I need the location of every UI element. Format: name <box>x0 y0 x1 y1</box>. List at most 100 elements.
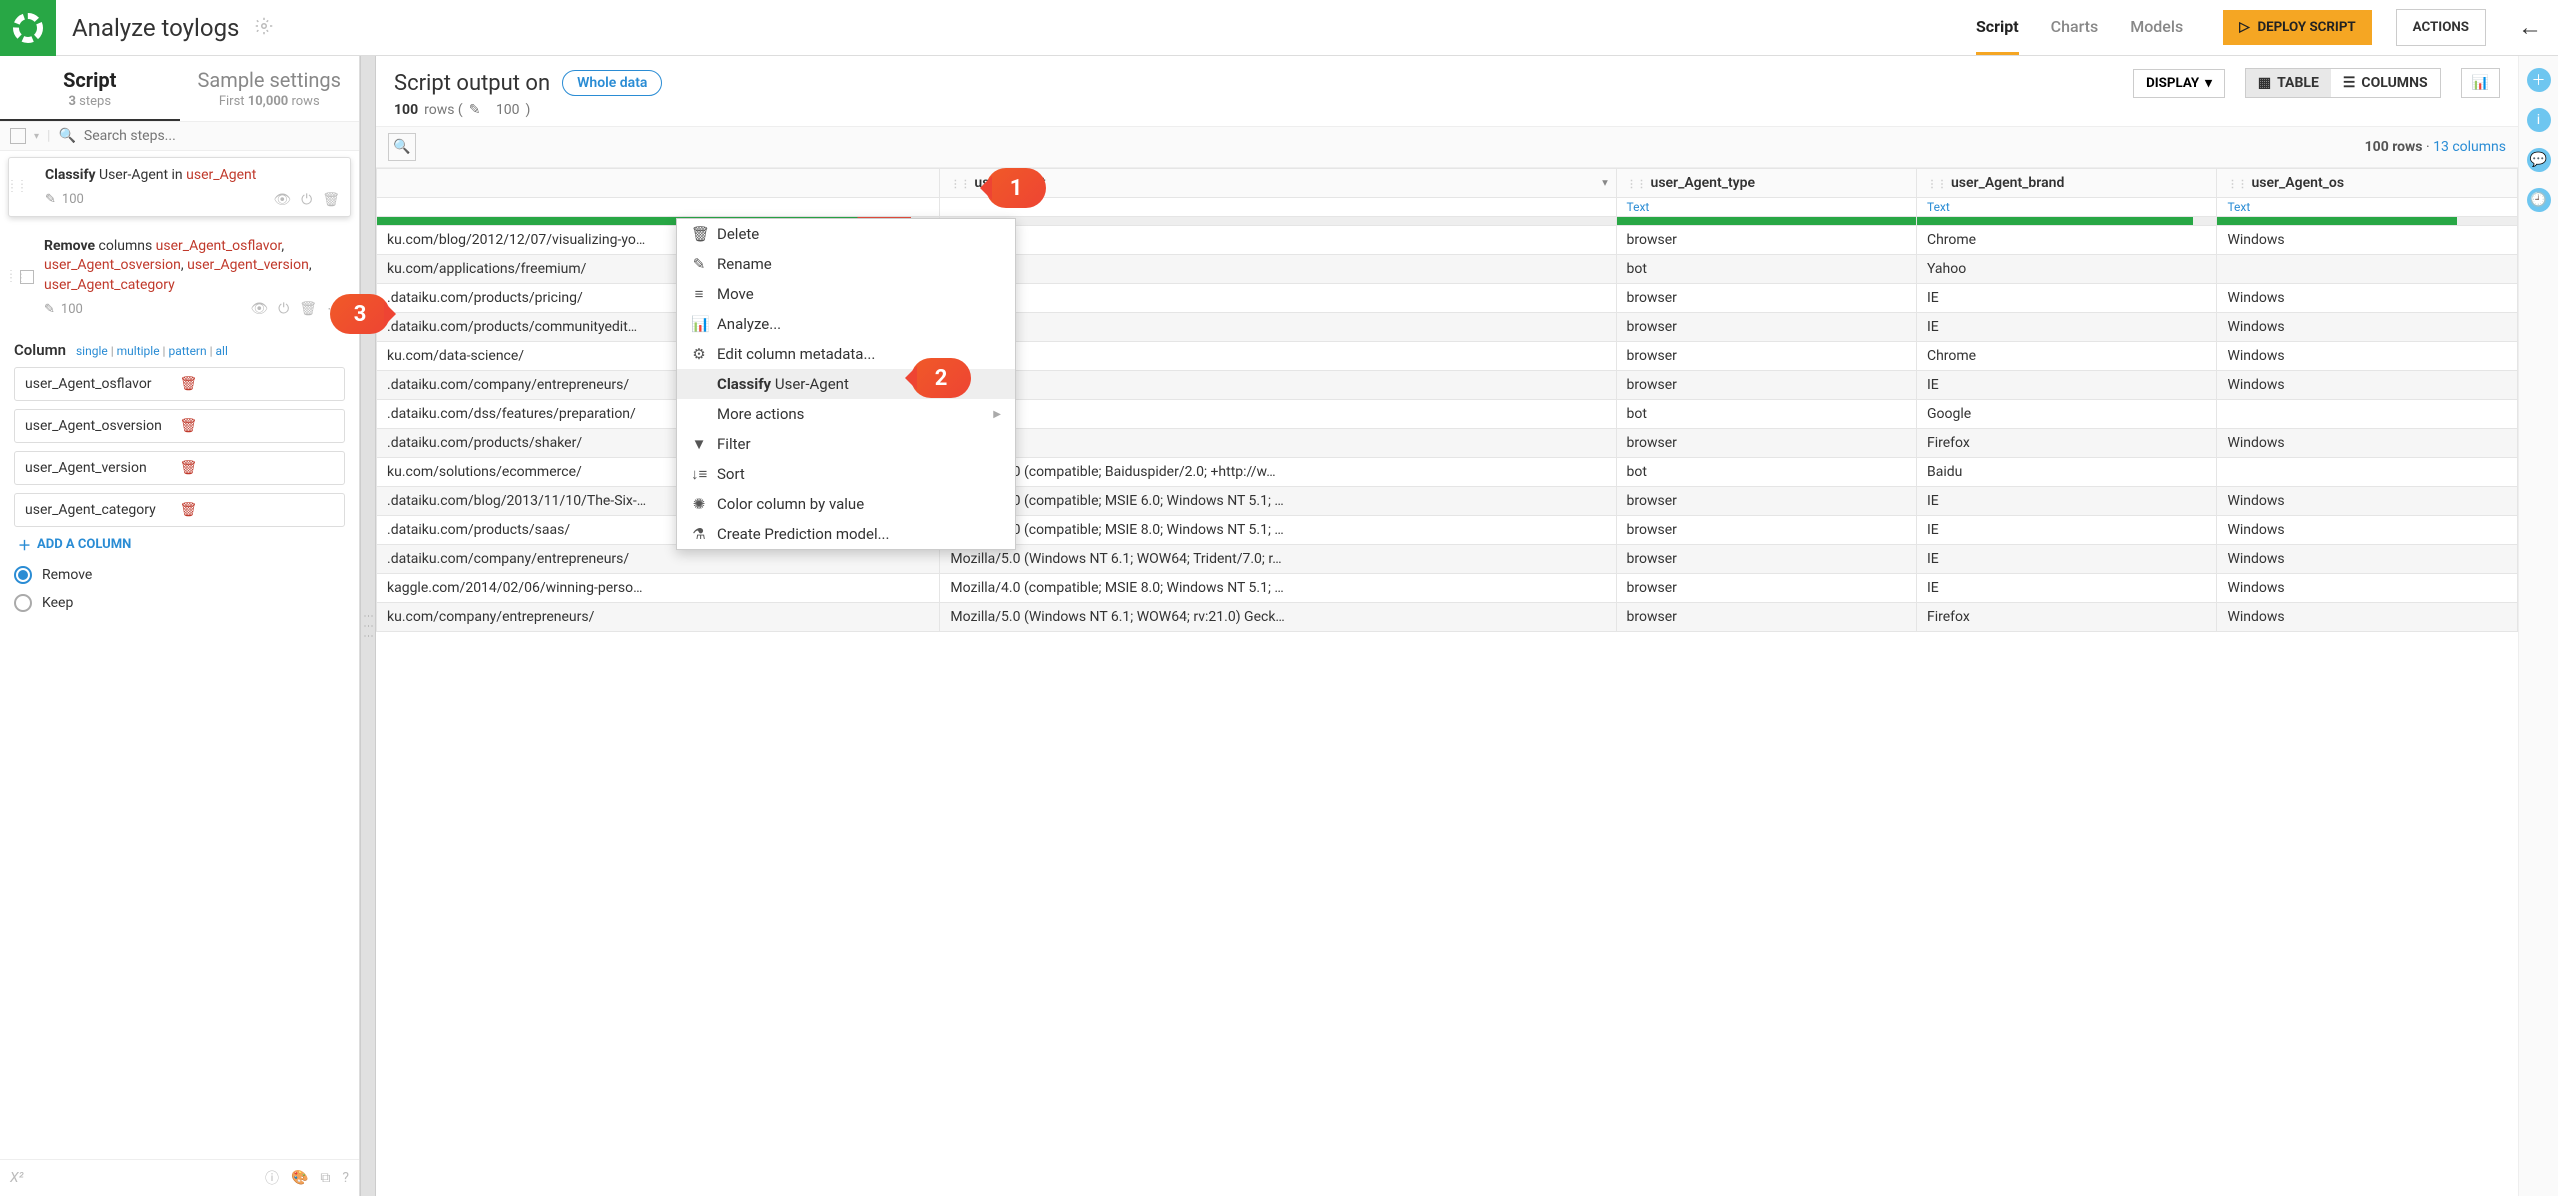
table-cell[interactable]: Windows <box>2217 226 2518 255</box>
table-cell[interactable] <box>2217 255 2518 284</box>
table-cell[interactable]: Mozilla/4.0 (compatible; MSIE 8.0; Windo… <box>940 516 1616 545</box>
table-cell[interactable]: Windows <box>2217 284 2518 313</box>
mode-multiple[interactable]: multiple <box>117 344 160 358</box>
table-cell[interactable]: Mozilla/5.0 (Windows NT 6.1; WOW64; rv:2… <box>940 603 1616 632</box>
mode-all[interactable]: all <box>216 344 228 358</box>
view-columns-button[interactable]: ☰COLUMNS <box>2331 69 2440 97</box>
table-cell[interactable]: Windows <box>2217 313 2518 342</box>
table-cell[interactable]: bot <box>1616 255 1916 284</box>
col-type[interactable]: Text <box>2217 198 2518 217</box>
ctx-menu-item[interactable]: ▼Filter <box>677 429 1015 459</box>
table-cell[interactable]: IE <box>1916 516 2216 545</box>
drag-handle-icon[interactable]: ⋮⋮ <box>1927 179 1947 190</box>
trash-icon[interactable]: 🗑 <box>180 502 335 518</box>
table-cell[interactable]: IE <box>1916 371 2216 400</box>
ctx-menu-item[interactable]: ↓≡Sort <box>677 459 1015 489</box>
trash-icon[interactable]: 🗑 <box>180 460 335 476</box>
table-cell[interactable] <box>940 284 1616 313</box>
ctx-menu-item[interactable]: 📊Analyze... <box>677 309 1015 339</box>
table-cell[interactable]: Google <box>1916 400 2216 429</box>
ctx-menu-item[interactable]: More actions▶ <box>677 399 1015 429</box>
table-cell[interactable]: IE <box>1916 487 2216 516</box>
table-cell[interactable]: Windows <box>2217 342 2518 371</box>
eye-icon[interactable]: 👁 <box>273 192 291 208</box>
trash-icon[interactable]: 🗑 <box>299 301 317 317</box>
chevron-down-icon[interactable]: ▾ <box>1602 178 1607 189</box>
table-cell[interactable]: IE <box>1916 574 2216 603</box>
table-cell[interactable]: Windows <box>2217 371 2518 400</box>
mode-pattern[interactable]: pattern <box>168 344 206 358</box>
table-cell[interactable]: Baidu <box>1916 458 2216 487</box>
col-header-user-agent-brand[interactable]: ⋮⋮user_Agent_brand <box>1916 169 2216 198</box>
info-icon[interactable]: ⓘ <box>265 1168 279 1188</box>
trash-icon[interactable]: 🗑 <box>180 418 335 434</box>
view-table-button[interactable]: ▦TABLE <box>2246 69 2331 97</box>
ctx-menu-item[interactable]: ✺Color column by value <box>677 489 1015 519</box>
table-cell[interactable] <box>2217 458 2518 487</box>
table-cell[interactable]: browser <box>1616 429 1916 458</box>
step-card-remove[interactable]: ⋮⋮⋮⋮ Remove columns user_Agent_osflavor,… <box>8 229 351 326</box>
table-cell[interactable]: IE <box>1916 545 2216 574</box>
trash-icon[interactable]: 🗑 <box>180 376 335 392</box>
table-cell[interactable] <box>940 400 1616 429</box>
drag-handle-icon[interactable]: ⋮⋮ <box>1627 179 1647 190</box>
step-card-classify[interactable]: ⋮⋮⋮⋮ Classify User-Agent in user_Agent ✎… <box>8 157 351 217</box>
table-row[interactable]: kaggle.com/2014/02/06/winning-perso…Mozi… <box>377 574 2518 603</box>
back-arrow-icon[interactable]: ← <box>2518 13 2542 42</box>
table-cell[interactable]: IE <box>1916 284 2216 313</box>
mode-single[interactable]: single <box>76 344 108 358</box>
radio-keep[interactable]: Keep <box>14 594 345 612</box>
column-row[interactable]: user_Agent_category🗑 <box>14 493 345 527</box>
table-cell[interactable]: bot <box>1616 400 1916 429</box>
table-cell[interactable]: Windows <box>2217 429 2518 458</box>
table-cell[interactable] <box>940 255 1616 284</box>
lp-tab-sample[interactable]: Sample settings First 10,000 rows <box>180 56 360 121</box>
table-cell[interactable]: Mozilla/5.0 (compatible; Baiduspider/2.0… <box>940 458 1616 487</box>
actions-button[interactable]: ACTIONS <box>2396 9 2486 46</box>
palette-icon[interactable]: 🎨 <box>291 1170 308 1186</box>
rail-info-icon[interactable]: i <box>2527 108 2551 132</box>
app-logo[interactable] <box>0 0 56 56</box>
deploy-script-button[interactable]: ▷ DEPLOY SCRIPT <box>2223 10 2371 45</box>
formula-icon[interactable]: X² <box>10 1170 24 1186</box>
table-cell[interactable]: Firefox <box>1916 429 2216 458</box>
stats-icon[interactable]: 📊 <box>2461 68 2500 98</box>
column-row[interactable]: user_Agent_version🗑 <box>14 451 345 485</box>
table-cell[interactable]: browser <box>1616 284 1916 313</box>
table-cell[interactable]: browser <box>1616 342 1916 371</box>
select-all-chevron-icon[interactable]: ▾ <box>34 131 39 142</box>
table-cell[interactable]: Mozilla/4.0 (compatible; MSIE 8.0; Windo… <box>940 574 1616 603</box>
col-type[interactable]: Text <box>1916 198 2216 217</box>
power-icon[interactable]: ⏻ <box>278 301 289 317</box>
drag-handle-icon[interactable]: ⋮⋮ <box>2227 179 2247 190</box>
table-cell[interactable]: Mozilla/5.0 (Windows NT 6.1; WOW64; Trid… <box>940 545 1616 574</box>
search-steps-input[interactable] <box>84 128 349 144</box>
tab-charts[interactable]: Charts <box>2051 1 2099 55</box>
table-cell[interactable]: browser <box>1616 487 1916 516</box>
table-cell[interactable] <box>940 342 1616 371</box>
table-cell[interactable]: browser <box>1616 574 1916 603</box>
table-cell[interactable]: ku.com/company/entrepreneurs/ <box>377 603 940 632</box>
table-cell[interactable]: Windows <box>2217 545 2518 574</box>
rail-discuss-icon[interactable]: 💬 <box>2527 148 2551 172</box>
col-header-user-agent-type[interactable]: ⋮⋮user_Agent_type <box>1616 169 1916 198</box>
tab-script[interactable]: Script <box>1976 1 2019 55</box>
trash-icon[interactable]: 🗑 <box>322 192 340 208</box>
table-cell[interactable]: browser <box>1616 516 1916 545</box>
table-cell[interactable]: Firefox <box>1916 603 2216 632</box>
table-cell[interactable]: Windows <box>2217 516 2518 545</box>
tab-models[interactable]: Models <box>2130 1 2183 55</box>
copy-icon[interactable]: ⧉ <box>320 1170 330 1186</box>
step-checkbox[interactable] <box>20 270 34 284</box>
ctx-menu-item[interactable]: ✎Rename <box>677 249 1015 279</box>
table-cell[interactable]: browser <box>1616 371 1916 400</box>
ctx-menu-item[interactable]: ≡Move <box>677 279 1015 309</box>
table-cell[interactable]: Windows <box>2217 487 2518 516</box>
table-cell[interactable]: browser <box>1616 313 1916 342</box>
table-cell[interactable]: browser <box>1616 603 1916 632</box>
column-row[interactable]: user_Agent_osversion🗑 <box>14 409 345 443</box>
drag-handle-icon[interactable]: ⋮⋮⋮⋮ <box>6 273 14 281</box>
col-header-hidden[interactable] <box>377 169 940 198</box>
table-cell[interactable]: Yahoo <box>1916 255 2216 284</box>
power-icon[interactable]: ⏻ <box>301 192 312 208</box>
